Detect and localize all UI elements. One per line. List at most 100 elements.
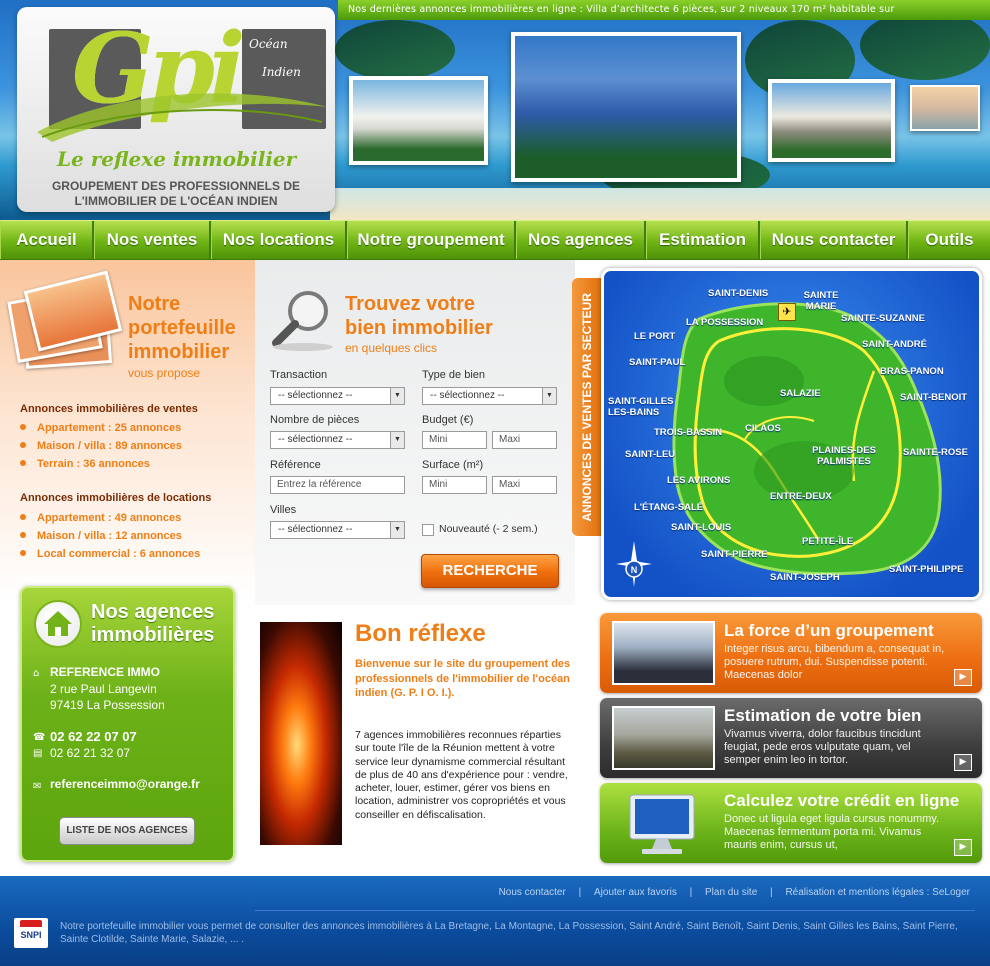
promo-text: Donec ut ligula eget ligula cursus nonum…	[724, 813, 940, 851]
budget-min-input[interactable]: Mini	[422, 431, 487, 449]
portfolio-subtitle: vous propose	[128, 366, 201, 380]
town-les-avirons[interactable]: LES AVIRONS	[667, 475, 730, 486]
home-icon: ⌂	[33, 668, 40, 679]
town-sainte-rose[interactable]: SAINTE-ROSE	[903, 447, 968, 458]
town-sainte-marie[interactable]: SAINTE MARIE	[800, 290, 842, 312]
bullet-icon	[20, 442, 26, 449]
town-trois-bassin[interactable]: TROIS-BASSIN	[654, 427, 722, 438]
bullet-icon	[20, 514, 26, 521]
rooms-select[interactable]: -- sélectionnez -- ▼	[270, 431, 405, 449]
list-item[interactable]: Local commercial : 6 annonces	[20, 548, 200, 560]
agency-fax: 02 62 21 32 07	[50, 746, 131, 760]
villa-photo-1	[349, 76, 488, 165]
footer-link-contact[interactable]: Nous contacter	[499, 887, 566, 898]
footer-link-favorites[interactable]: Ajouter aux favoris	[594, 887, 677, 898]
arrow-right-icon[interactable]: ▶	[954, 669, 972, 686]
business-people-photo	[612, 621, 715, 685]
logo-tagline: Le reflexe immobilier	[57, 147, 297, 171]
svg-text:N: N	[631, 565, 638, 575]
nav-outils[interactable]: Outils	[908, 221, 990, 259]
rentals-heading: Annonces immobilières de locations	[20, 492, 212, 504]
town-saint-denis[interactable]: SAINT-DENIS	[708, 288, 768, 299]
town-saint-philippe[interactable]: SAINT-PHILIPPE	[889, 564, 963, 575]
chevron-down-icon: ▼	[390, 522, 404, 538]
town-la-possession[interactable]: LA POSSESSION	[686, 317, 763, 328]
sales-heading: Annonces immobilières de ventes	[20, 403, 198, 415]
header-banner: Gpi Océan Indien Le reflexe immobilier G…	[0, 0, 990, 220]
town-sainte-suzanne[interactable]: SAINTE-SUZANNE	[841, 313, 925, 324]
villa-photo-2	[511, 32, 741, 182]
logo-subtitle-line2: L'IMMOBILIER DE L'OCÉAN INDIEN	[74, 194, 278, 208]
chevron-down-icon: ▼	[542, 388, 556, 404]
magnifier-icon	[272, 291, 333, 351]
property-type-select[interactable]: -- sélectionnez -- ▼	[422, 387, 557, 405]
reunion-map[interactable]: ✈ SAINT-DENIS SAINTE MARIE SAINTE-SUZANN…	[601, 268, 982, 600]
nav-nos-agences[interactable]: Nos agences	[516, 221, 646, 259]
town-saint-pierre[interactable]: SAINT-PIERRE	[701, 549, 768, 560]
nav-notre-groupement[interactable]: Notre groupement	[347, 221, 516, 259]
town-saint-leu[interactable]: SAINT-LEU	[625, 449, 675, 460]
lava-photo	[260, 622, 342, 845]
town-le-port[interactable]: LE PORT	[634, 331, 675, 342]
town-saint-louis[interactable]: SAINT-LOUIS	[671, 522, 731, 533]
town-bras-panon[interactable]: BRAS-PANON	[880, 366, 944, 377]
footer-separator: |	[578, 887, 582, 898]
list-item[interactable]: Maison / villa : 12 annonces	[20, 530, 182, 542]
cities-select[interactable]: -- sélectionnez -- ▼	[270, 521, 405, 539]
chevron-down-icon: ▼	[390, 388, 404, 404]
nav-nos-locations[interactable]: Nos locations	[211, 221, 347, 259]
nav-accueil[interactable]: Accueil	[0, 221, 94, 259]
promo-groupement[interactable]: La force d’un groupement Integer risus a…	[600, 613, 982, 693]
bon-reflexe-body: 7 agences immobilières reconnues réparti…	[355, 729, 568, 821]
arrow-right-icon[interactable]: ▶	[954, 839, 972, 856]
transaction-label: Transaction	[270, 369, 328, 381]
arrow-right-icon[interactable]: ▶	[954, 754, 972, 771]
new-listings-checkbox[interactable]	[422, 524, 434, 536]
beach-people-photo	[612, 706, 715, 770]
town-saint-joseph[interactable]: SAINT-JOSEPH	[770, 572, 840, 583]
promo-credit[interactable]: Calculez votre crédit en ligne Donec ut …	[600, 783, 982, 863]
town-salazie[interactable]: SALAZIE	[780, 388, 821, 399]
search-subtitle: en quelques clics	[345, 341, 438, 355]
footer-link-sitemap[interactable]: Plan du site	[705, 887, 757, 898]
surface-max-input[interactable]: Maxi	[492, 476, 557, 494]
town-saint-andre[interactable]: SAINT-ANDRÉ	[862, 339, 927, 350]
town-saint-paul[interactable]: SAINT-PAUL	[629, 357, 685, 368]
agency-email[interactable]: referenceimmo@orange.fr	[50, 777, 200, 791]
promo-text: Integer risus arcu, bibendum a, consequa…	[724, 643, 945, 681]
bon-reflexe-title: Bon réflexe	[355, 620, 486, 647]
list-item[interactable]: Appartement : 25 annonces	[20, 422, 181, 434]
chevron-down-icon: ▼	[390, 432, 404, 448]
snpi-logo: SNPI	[14, 918, 48, 948]
town-saint-benoit[interactable]: SAINT-BENOIT	[900, 392, 967, 403]
transaction-select[interactable]: -- sélectionnez -- ▼	[270, 387, 405, 405]
list-item[interactable]: Appartement : 49 annonces	[20, 512, 181, 524]
town-etang-sale[interactable]: L'ÉTANG-SALÉ	[634, 502, 703, 513]
agencies-list-button[interactable]: LISTE DE NOS AGENCES	[59, 817, 195, 845]
portfolio-title: Notre portefeuille immobilier	[128, 293, 236, 363]
nav-nous-contacter[interactable]: Nous contacter	[760, 221, 908, 259]
promo-title: Estimation de votre bien	[724, 706, 922, 725]
logo[interactable]: Gpi Océan Indien Le reflexe immobilier G…	[17, 7, 335, 212]
nav-estimation[interactable]: Estimation	[646, 221, 760, 259]
promo-estimation[interactable]: Estimation de votre bien Vivamus viverra…	[600, 698, 982, 778]
footer-link-legal[interactable]: Réalisation et mentions légales : SeLoge…	[785, 887, 970, 898]
list-item[interactable]: Maison / villa : 89 annonces	[20, 440, 182, 452]
beach-photo	[910, 85, 980, 131]
town-petite-ile[interactable]: PETITE-ÎLE	[802, 536, 853, 547]
reference-input[interactable]: Entrez la référence	[270, 476, 405, 494]
list-item[interactable]: Terrain : 36 annonces	[20, 458, 150, 470]
town-saint-gilles-les-bains[interactable]: SAINT-GILLES LES-BAINS	[608, 396, 678, 418]
surface-min-input[interactable]: Mini	[422, 476, 487, 494]
town-plaines-des-palmistes[interactable]: PLAINES-DES PALMISTES	[809, 445, 879, 467]
rooms-label: Nombre de pièces	[270, 414, 360, 426]
reference-label: Référence	[270, 459, 321, 471]
town-cilaos[interactable]: CILAOS	[745, 423, 781, 434]
nav-nos-ventes[interactable]: Nos ventes	[94, 221, 211, 259]
town-entre-deux[interactable]: ENTRE-DEUX	[770, 491, 832, 502]
palm-foliage	[335, 20, 455, 80]
news-ticker[interactable]: Nos dernières annonces immobilières en l…	[338, 0, 990, 20]
logo-ocean-text: Océan	[249, 37, 288, 51]
search-button[interactable]: RECHERCHE	[421, 554, 559, 588]
budget-max-input[interactable]: Maxi	[492, 431, 557, 449]
